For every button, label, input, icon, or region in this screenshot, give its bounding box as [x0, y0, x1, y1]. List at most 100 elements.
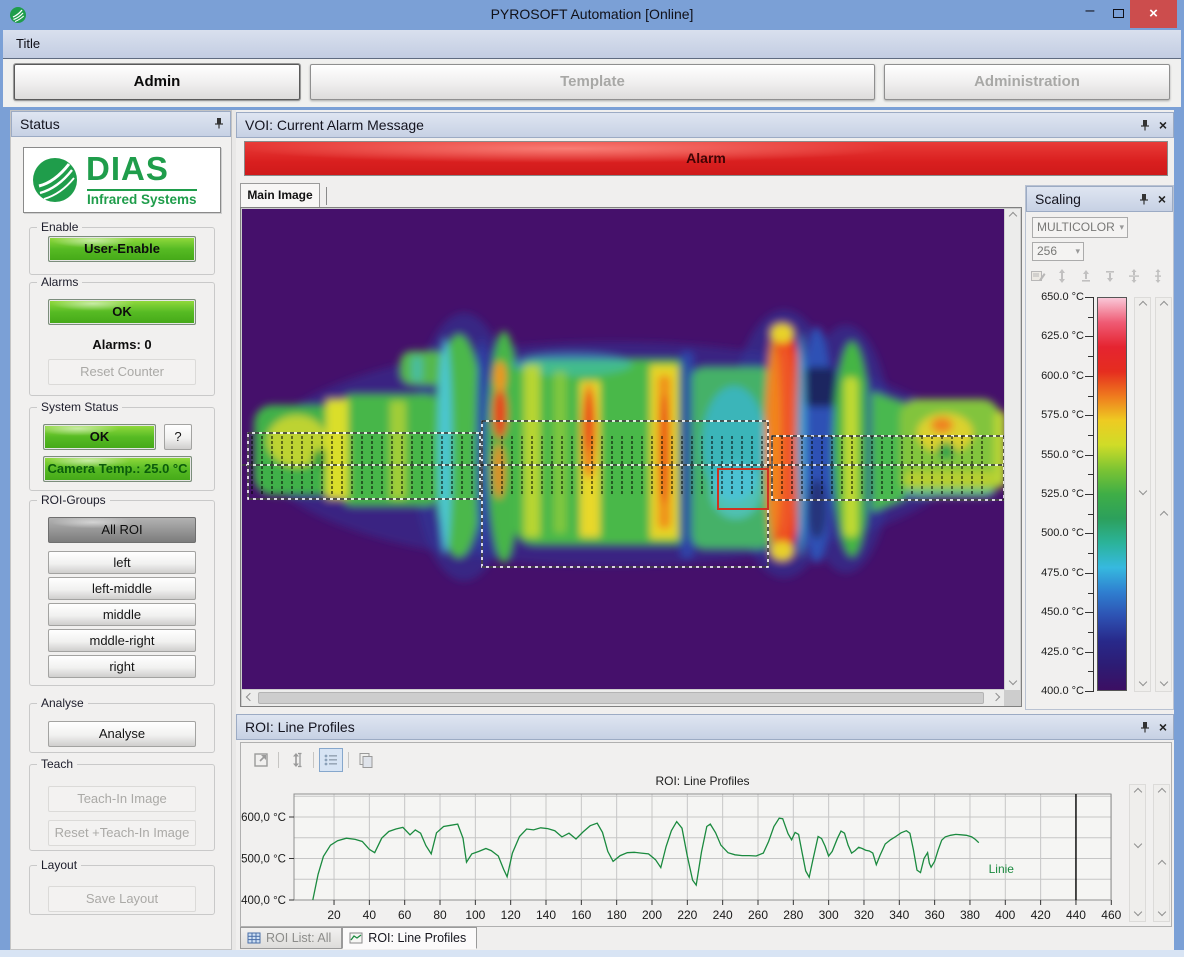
- minimize-button[interactable]: –: [1075, 0, 1105, 28]
- fit-vertical-icon[interactable]: [284, 748, 308, 772]
- x-tick-label: 80: [433, 908, 447, 922]
- thermal-image[interactable]: [242, 209, 1004, 689]
- layout-group: Layout Save Layout: [29, 865, 215, 915]
- image-horizontal-scrollbar[interactable]: [242, 690, 1004, 706]
- all-roi-button[interactable]: All ROI: [48, 517, 196, 543]
- copy-chart-icon[interactable]: [354, 748, 378, 772]
- scaling-panel-title: Scaling: [1035, 191, 1081, 207]
- scale-max-icon[interactable]: [1078, 268, 1094, 284]
- nav-tab-row: Admin Template Administration: [3, 59, 1181, 107]
- close-panel-icon[interactable]: ×: [1159, 118, 1167, 132]
- scale-tick: [1085, 494, 1093, 495]
- scale-label: 575.0 °C: [1028, 409, 1084, 421]
- system-help-button[interactable]: ?: [164, 424, 192, 450]
- system-status-group-label: System Status: [37, 400, 122, 414]
- roi-button-right[interactable]: right: [48, 655, 196, 678]
- analyse-group: Analyse Analyse: [29, 703, 215, 753]
- roi-button-left-middle[interactable]: left-middle: [48, 577, 196, 600]
- maximize-button[interactable]: [1103, 0, 1133, 28]
- scale-min-icon[interactable]: [1102, 268, 1118, 284]
- tab-template[interactable]: Template: [310, 64, 875, 100]
- alarms-ok-button: OK: [48, 299, 196, 325]
- profiles-panel-header: ROI: Line Profiles ×: [236, 714, 1174, 740]
- scale-max-slider[interactable]: [1134, 297, 1151, 692]
- layout-group-label: Layout: [37, 858, 81, 872]
- scale-label: 625.0 °C: [1028, 330, 1084, 342]
- user-enable-button[interactable]: User-Enable: [48, 236, 196, 262]
- pin-icon[interactable]: [1140, 721, 1150, 733]
- autoscale-once-icon[interactable]: [1126, 268, 1142, 284]
- close-button[interactable]: ×: [1130, 0, 1177, 28]
- scale-updown-icon[interactable]: [1054, 268, 1070, 284]
- x-tick-label: 120: [501, 908, 521, 922]
- chart-scale-slider-a[interactable]: [1129, 784, 1146, 922]
- pin-icon[interactable]: [1139, 193, 1149, 205]
- scale-label: 550.0 °C: [1028, 449, 1084, 461]
- voi-panel-title: VOI: Current Alarm Message: [245, 117, 424, 133]
- chart-title: ROI: Line Profiles: [294, 774, 1111, 788]
- properties-icon[interactable]: [1030, 268, 1046, 284]
- camera-temp-button: Camera Temp.: 25.0 °C: [43, 456, 192, 482]
- roi-button-left[interactable]: left: [48, 551, 196, 574]
- roi-button-middle-right[interactable]: mddle-right: [48, 629, 196, 652]
- scale-tick: [1085, 297, 1093, 298]
- x-tick-label: 100: [465, 908, 485, 922]
- pin-icon[interactable]: [1140, 119, 1150, 131]
- y-tick-label: 500,0 °C: [241, 854, 286, 866]
- chart-scale-slider-b[interactable]: [1153, 784, 1170, 922]
- y-tick-label: 400,0 °C: [241, 895, 286, 907]
- x-tick-label: 340: [889, 908, 909, 922]
- tab-admin[interactable]: Admin: [14, 64, 300, 100]
- teach-in-button[interactable]: Teach-In Image: [48, 786, 196, 812]
- scale-tick: [1085, 376, 1093, 377]
- menu-bar[interactable]: Title: [3, 30, 1181, 59]
- tab-roi-list[interactable]: ROI List: All: [240, 927, 342, 949]
- close-panel-icon[interactable]: ×: [1159, 720, 1167, 734]
- reset-counter-button[interactable]: Reset Counter: [48, 359, 196, 385]
- analyse-button[interactable]: Analyse: [48, 721, 196, 747]
- close-panel-icon[interactable]: ×: [1158, 192, 1166, 206]
- profiles-panel-title: ROI: Line Profiles: [245, 719, 355, 735]
- autoscale-continuous-icon[interactable]: [1150, 268, 1166, 284]
- alarm-counter-text: Alarms: 0: [30, 337, 214, 352]
- profiles-content: 2040608010012014016018020022024026028030…: [240, 742, 1172, 927]
- open-window-icon[interactable]: [249, 748, 273, 772]
- x-tick-label: 140: [536, 908, 556, 922]
- palette-select[interactable]: MULTICOLOR▾: [1032, 217, 1128, 238]
- tab-line-profiles[interactable]: ROI: Line Profiles: [342, 927, 477, 949]
- levels-select-value: 256: [1037, 244, 1057, 258]
- scale-min-slider[interactable]: [1155, 297, 1172, 692]
- main-image-tab[interactable]: Main Image: [240, 183, 320, 207]
- image-vertical-scrollbar[interactable]: [1004, 209, 1020, 690]
- scrollbar-thumb[interactable]: [258, 692, 984, 704]
- save-layout-button[interactable]: Save Layout: [48, 886, 196, 912]
- status-panel-title: Status: [20, 116, 60, 132]
- scale-axis-line: [1093, 297, 1094, 692]
- pin-icon[interactable]: [214, 117, 224, 129]
- line-chart-icon: [349, 932, 363, 944]
- legend-list-icon[interactable]: [319, 748, 343, 772]
- bottom-strip: [0, 950, 1184, 957]
- tab-administration[interactable]: Administration: [884, 64, 1170, 100]
- color-scale-bar: [1097, 297, 1127, 691]
- scaling-panel-header: Scaling ×: [1026, 186, 1173, 212]
- scale-label: 525.0 °C: [1028, 488, 1084, 500]
- roi-button-middle[interactable]: middle: [48, 603, 196, 626]
- window-title: PYROSOFT Automation [Online]: [0, 6, 1184, 22]
- scaling-toolbar: [1030, 268, 1166, 284]
- tab-line-profiles-label: ROI: Line Profiles: [368, 928, 466, 948]
- scale-label: 600.0 °C: [1028, 370, 1084, 382]
- analyse-group-label: Analyse: [37, 696, 88, 710]
- scale-label: 400.0 °C: [1028, 685, 1084, 697]
- palette-select-value: MULTICOLOR: [1037, 218, 1115, 237]
- tab-roi-list-label: ROI List: All: [266, 928, 331, 948]
- levels-select[interactable]: 256▾: [1032, 242, 1084, 261]
- scale-label: 425.0 °C: [1028, 646, 1084, 658]
- teach-group: Teach Teach-In Image Reset +Teach-In Ima…: [29, 764, 215, 851]
- reset-teach-in-button[interactable]: Reset +Teach-In Image: [48, 820, 196, 846]
- line-profile-chart: 2040608010012014016018020022024026028030…: [241, 743, 1173, 928]
- scale-tick: [1085, 455, 1093, 456]
- teach-group-label: Teach: [37, 757, 77, 771]
- x-tick-label: 180: [607, 908, 627, 922]
- x-tick-label: 220: [677, 908, 697, 922]
